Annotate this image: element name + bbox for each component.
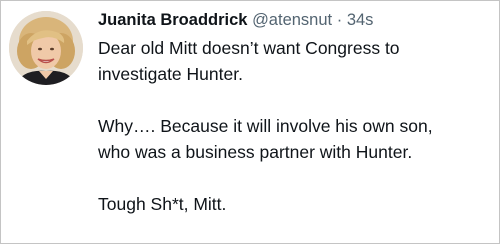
user-handle[interactable]: @atensnut: [252, 11, 332, 29]
tweet-text-line: Tough Sh*t, Mitt.: [98, 194, 227, 214]
tweet-text-line: Dear old Mitt doesn’t want Congress to: [98, 38, 400, 58]
timestamp[interactable]: 34s: [347, 11, 374, 29]
profile-photo: [9, 11, 83, 85]
tweet-content: Juanita Broaddrick @atensnut · 34s Dear …: [98, 10, 491, 217]
separator-dot: ·: [336, 11, 343, 29]
display-name[interactable]: Juanita Broaddrick: [98, 11, 247, 29]
tweet-text: Dear old Mitt doesn’t want Congress to i…: [98, 35, 491, 217]
tweet-text-line: investigate Hunter.: [98, 64, 243, 84]
avatar[interactable]: [9, 11, 83, 85]
tweet-text-line: Why…. Because it will involve his own so…: [98, 116, 433, 136]
tweet-card: Juanita Broaddrick @atensnut · 34s Dear …: [0, 0, 500, 244]
tweet-header: Juanita Broaddrick @atensnut · 34s: [98, 10, 491, 31]
tweet-text-line: who was a business partner with Hunter.: [98, 142, 413, 162]
